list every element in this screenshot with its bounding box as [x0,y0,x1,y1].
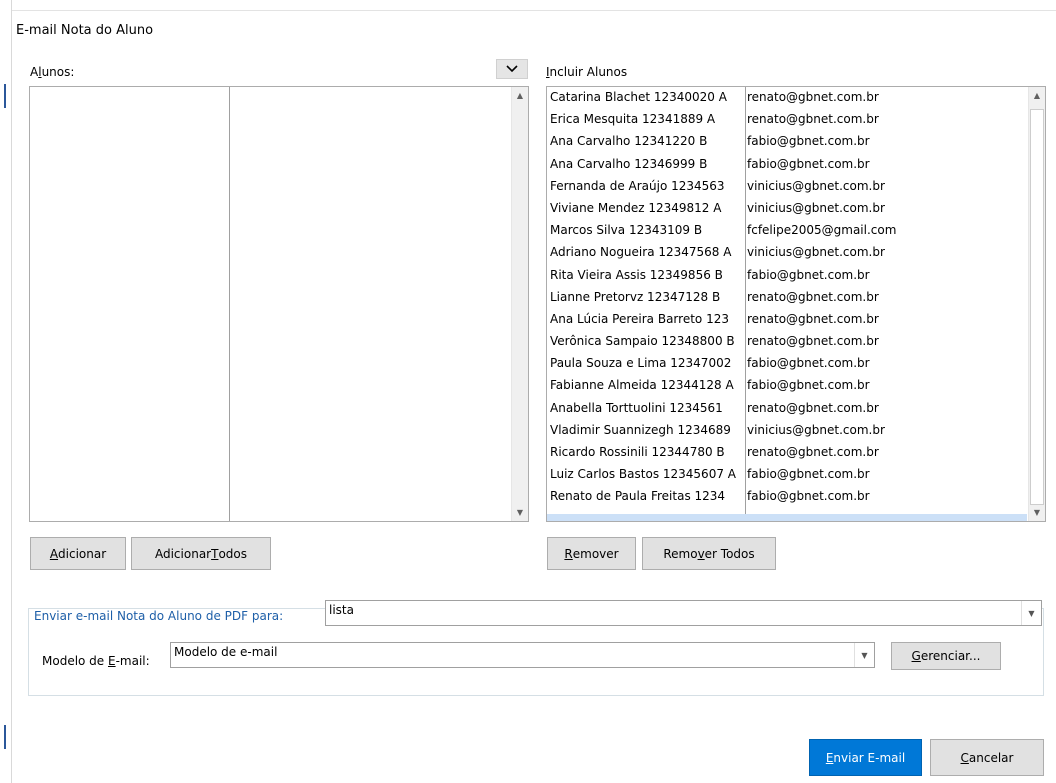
manage-button[interactable]: Gerenciar... [891,642,1001,670]
student-name-cell: Ricardo Rossinili 12344780 B [550,445,725,459]
student-email-cell: fabio@gbnet.com.br [747,156,870,171]
dialog-title: E-mail Nota do Aluno [16,23,154,38]
student-name-cell: Ana Carvalho 12341220 B [550,134,708,149]
students-label: Alunos: [30,65,75,79]
background-accent [4,84,6,108]
student-email-cell: renato@gbnet.com.br [747,311,879,326]
table-row[interactable]: Vladimir Suannizegh 1234689 vinicius@gbne… [547,420,1027,442]
table-row[interactable]: Renato de Paula Freitas 1234 fabio@gbnet.… [547,486,1027,508]
table-row[interactable]: Ana Lúcia Pereira Barreto 123 renato@gbne… [547,309,1027,331]
table-row[interactable]: Catarina Blachet 12340020 A renato@gbnet.… [547,87,1027,109]
table-row[interactable]: Marcos Silva 12343109 B fcfelipe2005@gmai… [547,220,1027,242]
table-row[interactable]: Ana Carvalho 12341220 B fabio@gbnet.com.b… [547,131,1027,153]
student-email-cell: renato@gbnet.com.br [747,90,879,104]
student-email-cell: fabio@gbnet.com.br [747,134,870,149]
remove-all-button[interactable]: Remo v er Todos [642,537,776,570]
table-row[interactable]: Erica Mesquita 12341889 A renato@gbnet.co… [547,109,1027,131]
student-name-cell: Luiz Carlos Bastos 12345607 A [550,467,736,482]
table-row[interactable]: Adriano Nogueira 12347568 A vinicius@gbne… [547,242,1027,264]
send-group-legend: Enviar e-mail Nota do Aluno de PDF para: [32,609,287,623]
student-email-cell: vinicius@gbnet.com.br [747,178,885,193]
triangle-down-icon[interactable]: ▼ [512,504,528,521]
included-students-rows: Catarina Blachet 12340020 A renato@gbnet.… [547,87,1027,509]
student-email-cell: renato@gbnet.com.br [747,445,879,459]
add-button[interactable]: Adicionar [30,537,126,570]
student-email-cell: vinicius@gbnet.com.br [747,245,885,260]
table-row[interactable]: Luiz Carlos Bastos 12345607 A fabio@gbnet… [547,464,1027,486]
triangle-up-icon[interactable]: ▲ [1029,87,1045,104]
background-accent [4,725,6,749]
student-email-cell: vinicius@gbnet.com.br [747,422,885,437]
student-name-cell: Verônica Sampaio 12348800 B [550,334,735,349]
table-row[interactable]: Lianne Pretorvz 12347128 B renato@gbnet.c… [547,287,1027,309]
cancel-button[interactable]: Cancelar [930,739,1044,776]
table-row[interactable]: Rita Vieira Assis 12349856 B fabio@gbnet.… [547,265,1027,287]
included-students-list[interactable]: Catarina Blachet 12340020 A renato@gbnet.… [546,86,1046,522]
triangle-down-icon[interactable]: ▼ [1029,504,1045,521]
student-email-cell: renato@gbnet.com.br [747,112,879,127]
student-name-cell: Anabella Torttuolini 1234561 [550,400,723,415]
included-list-scrollbar[interactable]: ▲ ▼ [1028,87,1045,521]
scrollbar-thumb[interactable] [1030,109,1044,505]
student-name-cell: Lianne Pretorvz 12347128 B [550,289,721,304]
table-row[interactable]: Fabianne Almeida 12344128 A fabio@gbnet.c… [547,375,1027,397]
background-window-edge [0,0,12,783]
triangle-down-icon[interactable]: ▼ [854,643,874,667]
student-email-cell: fcfelipe2005@gmail.com [747,223,897,238]
triangle-down-icon[interactable]: ▼ [1021,601,1041,625]
chevron-down-icon [506,65,518,73]
table-row[interactable]: Viviane Mendez 12349812 A vinicius@gbnet.… [547,198,1027,220]
student-name-cell: Paula Souza e Lima 12347002 [550,356,732,371]
student-email-cell: renato@gbnet.com.br [747,289,879,304]
table-row[interactable]: Fernanda de Araújo 1234563 vinicius@gbnet… [547,176,1027,198]
student-name-cell: Fabianne Almeida 12344128 A [550,378,734,393]
add-all-button[interactable]: Adicionar Todos [131,537,271,570]
send-to-combo[interactable]: lista ▼ [325,600,1042,626]
table-row[interactable]: Ricardo Rossinili 12344780 B renato@gbnet… [547,442,1027,464]
student-email-cell: renato@gbnet.com.br [747,400,879,415]
student-email-cell: fabio@gbnet.com.br [747,378,870,393]
students-dropdown-button[interactable] [496,59,528,79]
table-row-partial[interactable] [547,514,1027,521]
student-name-cell: Erica Mesquita 12341889 A [550,112,716,127]
student-name-cell: Adriano Nogueira 12347568 A [550,245,732,260]
student-email-cell: fabio@gbnet.com.br [747,267,870,282]
table-row[interactable]: Ana Carvalho 12346999 B fabio@gbnet.com.b… [547,154,1027,176]
table-row[interactable]: Verônica Sampaio 12348800 B renato@gbnet.… [547,331,1027,353]
email-template-value: Modelo de e-mail [174,645,278,659]
student-name-cell: Rita Vieira Assis 12349856 B [550,267,723,282]
student-name-cell: Ana Lúcia Pereira Barreto 123 [550,311,729,326]
student-email-cell: fabio@gbnet.com.br [747,356,870,371]
email-template-combo[interactable]: Modelo de e-mail ▼ [170,642,875,668]
student-email-cell: fabio@gbnet.com.br [747,489,870,504]
email-template-label: Modelo de E-mail: [42,654,150,668]
student-name-cell: Vladimir Suannizegh 1234689 [550,422,731,437]
remove-button[interactable]: Remover [547,537,636,570]
send-email-button[interactable]: Enviar E-mail [809,739,922,776]
student-name-cell: Marcos Silva 12343109 B [550,223,703,238]
student-name-cell: Renato de Paula Freitas 1234 [550,489,726,504]
student-name-cell: Ana Carvalho 12346999 B [550,156,708,171]
column-separator [229,87,230,521]
student-name-cell: Fernanda de Araújo 1234563 [550,178,725,193]
students-list[interactable]: ▲ ▼ [29,86,529,522]
student-email-cell: renato@gbnet.com.br [747,334,879,349]
student-name-cell: Viviane Mendez 12349812 A [550,200,722,215]
student-name-cell: Catarina Blachet 12340020 A [550,90,727,104]
student-email-cell: vinicius@gbnet.com.br [747,200,885,215]
email-dialog: E-mail Nota do Aluno Alunos: ▲ ▼ Adicion… [12,10,1056,783]
send-to-value: lista [329,603,354,617]
student-email-cell: fabio@gbnet.com.br [747,467,870,482]
include-students-label: Incluir Alunos [546,65,628,79]
table-row[interactable]: Anabella Torttuolini 1234561 renato@gbnet… [547,398,1027,420]
table-row[interactable]: Paula Souza e Lima 12347002 fabio@gbnet.c… [547,353,1027,375]
students-list-scrollbar[interactable]: ▲ ▼ [511,87,528,521]
triangle-up-icon[interactable]: ▲ [512,87,528,104]
